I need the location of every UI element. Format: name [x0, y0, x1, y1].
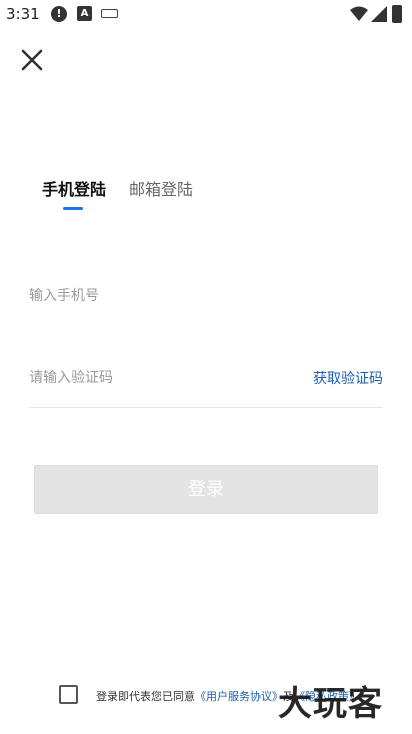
verification-code-input[interactable] — [29, 362, 289, 394]
agreement-checkbox[interactable] — [59, 685, 78, 704]
wifi-icon — [350, 6, 368, 21]
watermark-logo: 大玩客 — [278, 684, 383, 724]
agreement-prefix: 登录即代表您已同意 — [96, 690, 195, 703]
phone-input[interactable] — [29, 280, 383, 312]
tab-phone-login[interactable]: 手机登陆 — [42, 176, 106, 200]
battery-icon — [392, 5, 402, 23]
signal-icon — [371, 6, 387, 22]
status-bar: 3:31 ! A — [0, 0, 412, 30]
get-code-button[interactable]: 获取验证码 — [313, 368, 383, 388]
login-screen: 3:31 ! A 手机登陆 邮箱登陆 获取验证码 登录 登录即代表您已同意《用户… — [0, 0, 412, 734]
active-tab-indicator — [63, 207, 83, 210]
close-icon — [21, 49, 43, 71]
close-button[interactable] — [16, 44, 48, 76]
status-time: 3:31 — [6, 5, 40, 23]
user-agreement-link[interactable]: 《用户服务协议》 — [195, 690, 283, 703]
app-a-icon: A — [77, 6, 92, 21]
keyboard-icon — [101, 9, 118, 18]
phone-input-row — [29, 280, 383, 312]
tab-email-login[interactable]: 邮箱登陆 — [129, 176, 193, 200]
login-button[interactable]: 登录 — [34, 465, 378, 514]
code-input-row: 获取验证码 — [29, 362, 383, 408]
alert-icon: ! — [51, 6, 67, 22]
